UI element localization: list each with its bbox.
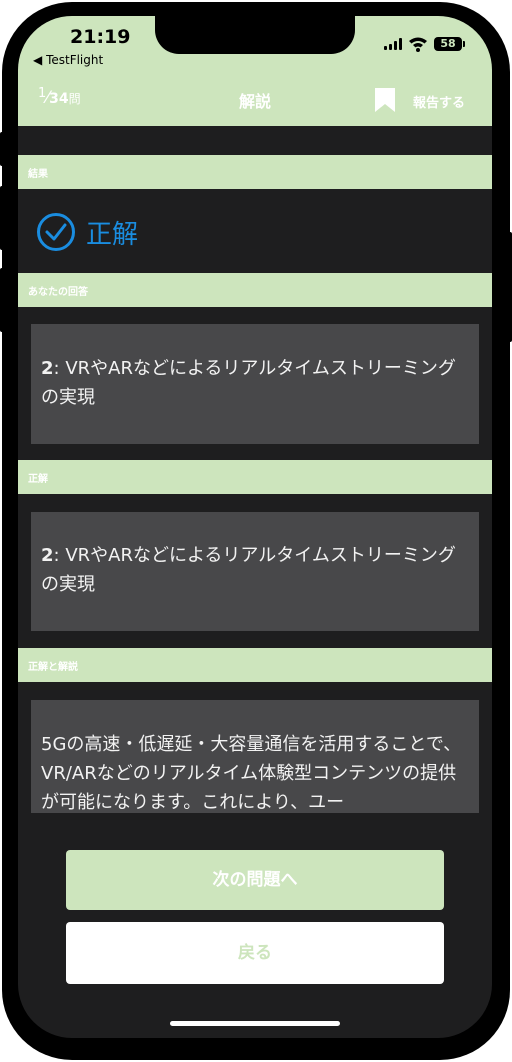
result-text: 正解	[86, 219, 139, 250]
home-indicator[interactable]	[170, 1021, 340, 1026]
cellular-signal-icon	[384, 38, 402, 50]
back-to-app-link[interactable]: ◀ TestFlight	[33, 53, 103, 67]
bookmark-icon[interactable]	[375, 88, 395, 112]
wifi-icon	[409, 37, 427, 52]
status-time: 21:19	[70, 26, 131, 48]
header-bar: 21:19 ◀ TestFlight 58 1⁄34問 解説 報告する	[18, 16, 492, 126]
your-answer-body: : VRやARなどによるリアルタイムストリーミングの実現	[41, 358, 456, 408]
report-button[interactable]: 報告する	[413, 92, 465, 111]
result-indicator: 正解	[36, 212, 138, 252]
check-circle-icon	[37, 213, 75, 251]
correct-answer-text: 2: VRやARなどによるリアルタイムストリーミングの実現	[41, 541, 465, 599]
your-answer-box: 2: VRやARなどによるリアルタイムストリーミングの実現	[31, 324, 479, 444]
camera-notch	[155, 16, 355, 54]
correct-answer-body: : VRやARなどによるリアルタイムストリーミングの実現	[41, 545, 456, 595]
back-triangle-icon: ◀	[33, 53, 43, 67]
back-app-label: TestFlight	[46, 53, 104, 67]
status-icons: 58	[384, 36, 465, 52]
battery-icon: 58	[434, 37, 465, 51]
app-screen: 21:19 ◀ TestFlight 58 1⁄34問 解説 報告する 結果 正…	[18, 16, 492, 1038]
volume-down-button	[0, 268, 4, 332]
explanation-box[interactable]: 5Gの高速・低遅延・大容量通信を活用することで、VR/ARなどのリアルタイム体験…	[31, 700, 479, 813]
volume-up-button	[0, 186, 4, 250]
your-answer-section-label: あなたの回答	[28, 287, 88, 298]
correct-answer-section-header: 正解	[18, 460, 492, 494]
your-answer-section-header: あなたの回答	[18, 273, 492, 307]
result-section-label: 結果	[28, 169, 48, 180]
your-answer-number: 2	[41, 358, 54, 379]
back-button[interactable]: 戻る	[66, 922, 444, 984]
explanation-section-label: 正解と解説	[28, 662, 78, 673]
power-button	[508, 232, 512, 342]
mute-switch	[0, 132, 4, 166]
result-section-header: 結果	[18, 155, 492, 189]
explanation-section-header: 正解と解説	[18, 648, 492, 682]
next-question-button[interactable]: 次の問題へ	[66, 850, 444, 910]
your-answer-text: 2: VRやARなどによるリアルタイムストリーミングの実現	[41, 354, 465, 412]
correct-answer-section-label: 正解	[28, 474, 48, 485]
correct-answer-box: 2: VRやARなどによるリアルタイムストリーミングの実現	[31, 512, 479, 631]
correct-answer-number: 2	[41, 545, 54, 566]
explanation-text: 5Gの高速・低遅延・大容量通信を活用することで、VR/ARなどのリアルタイム体験…	[41, 734, 462, 813]
